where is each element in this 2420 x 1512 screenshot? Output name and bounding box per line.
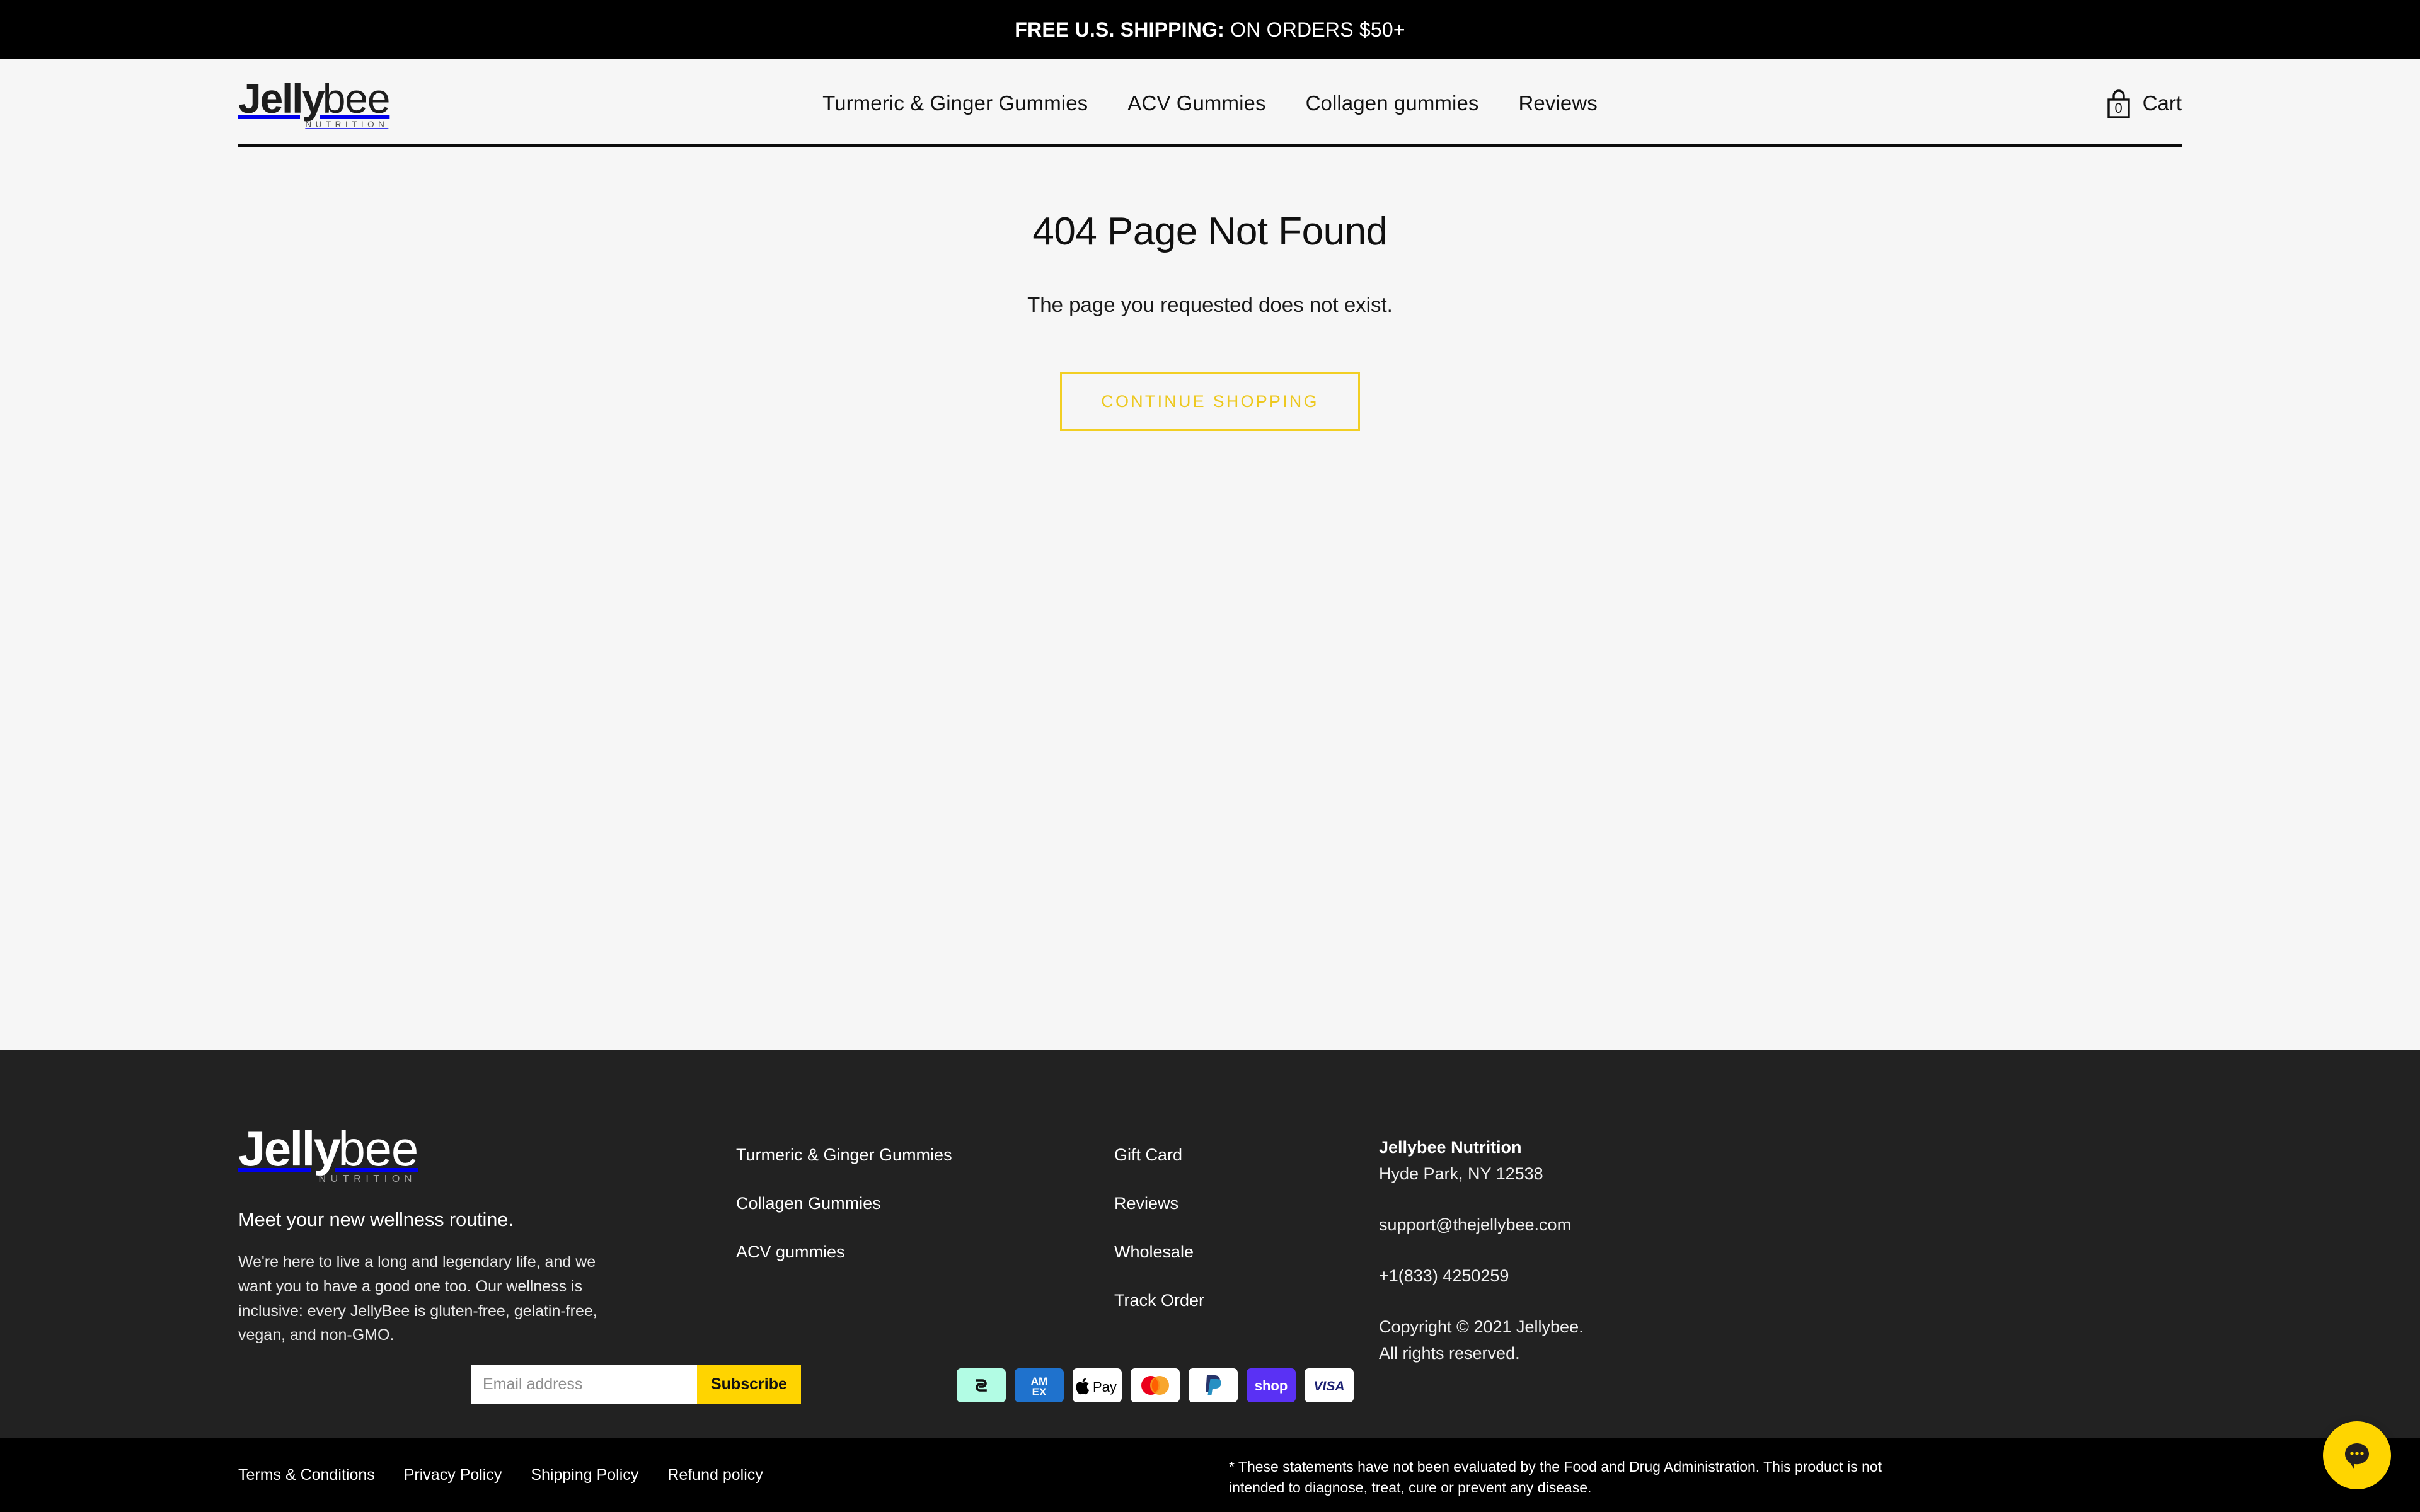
footer-contact-column: Jellybee Nutrition Hyde Park, NY 12538 s… <box>1379 1124 2182 1370</box>
page-title: 404 Page Not Found <box>1032 210 1388 253</box>
fda-disclaimer: * These statements have not been evaluat… <box>1229 1458 1882 1496</box>
mastercard-icon <box>1131 1368 1180 1402</box>
svg-text:Pay: Pay <box>1093 1379 1117 1395</box>
footer-products-column: Turmeric & Ginger Gummies Collagen Gummi… <box>736 1124 1114 1262</box>
header-logo[interactable]: Jelly bee NUTRITION <box>238 75 391 130</box>
legal-link-privacy-policy[interactable]: Privacy Policy <box>404 1466 502 1484</box>
shopping-bag-icon: 0 <box>2106 88 2132 118</box>
footer-logo-subtitle: NUTRITION <box>318 1174 417 1184</box>
footer-logo-bold-text: Jelly <box>238 1121 341 1176</box>
legal-link-refund-policy[interactable]: Refund policy <box>667 1466 763 1484</box>
cart-button[interactable]: 0 Cart <box>2106 88 2182 118</box>
footer-tagline: Meet your new wellness routine. <box>238 1208 514 1230</box>
footer-link-gift-card[interactable]: Gift Card <box>1114 1145 1379 1165</box>
afterpay-icon <box>957 1368 1006 1402</box>
error-description: The page you requested does not exist. <box>1027 293 1393 316</box>
primary-nav: Turmeric & Ginger Gummies ACV Gummies Co… <box>822 91 1598 115</box>
footer-link-reviews[interactable]: Reviews <box>1114 1194 1379 1213</box>
nav-item-collagen-gummies[interactable]: Collagen gummies <box>1306 91 1479 115</box>
shop-pay-icon: shop <box>1247 1368 1296 1402</box>
nav-item-acv-gummies[interactable]: ACV Gummies <box>1127 91 1265 115</box>
svg-text:shop: shop <box>1255 1378 1288 1394</box>
svg-text:EX: EX <box>1032 1386 1047 1398</box>
footer-blurb: We're here to live a long and legendary … <box>238 1253 597 1344</box>
amex-icon: AM EX <box>1015 1368 1064 1402</box>
logo-light-text: bee <box>322 75 391 122</box>
footer-link-track-order[interactable]: Track Order <box>1114 1291 1379 1310</box>
logo-bold-text: Jelly <box>238 75 325 122</box>
email-input[interactable] <box>471 1365 697 1404</box>
footer-link-acv-gummies[interactable]: ACV gummies <box>736 1242 1114 1262</box>
copyright-line-1: Copyright © 2021 Jellybee. <box>1379 1317 1584 1336</box>
footer-logo-light-text: bee <box>338 1121 418 1176</box>
header-divider <box>238 144 2182 147</box>
apple-pay-icon: Pay <box>1073 1368 1122 1402</box>
footer-link-wholesale[interactable]: Wholesale <box>1114 1242 1379 1262</box>
announcement-bar: FREE U.S. SHIPPING: ON ORDERS $50+ <box>0 0 2420 59</box>
company-address: Hyde Park, NY 12538 <box>1379 1164 1543 1183</box>
logo-subtitle: NUTRITION <box>305 120 389 130</box>
legal-link-terms-conditions[interactable]: Terms & Conditions <box>238 1466 375 1484</box>
svg-text:VISA: VISA <box>1313 1379 1344 1394</box>
cart-label: Cart <box>2142 91 2182 115</box>
legal-link-shipping-policy[interactable]: Shipping Policy <box>531 1466 638 1484</box>
footer-link-collagen-gummies[interactable]: Collagen Gummies <box>736 1194 1114 1213</box>
continue-shopping-button[interactable]: CONTINUE SHOPPING <box>1060 372 1360 431</box>
footer-brand-column: Jelly bee NUTRITION Meet your new wellnes… <box>238 1124 736 1348</box>
subscribe-button[interactable]: Subscribe <box>697 1365 801 1404</box>
payment-methods: AM EX Pay shop VISA <box>957 1368 1354 1402</box>
newsletter-form: Subscribe <box>471 1365 801 1404</box>
announcement-strong: FREE U.S. SHIPPING: <box>1015 18 1225 41</box>
paypal-icon <box>1189 1368 1238 1402</box>
footer-logo-wordmark: Jelly bee <box>238 1124 418 1173</box>
company-name: Jellybee Nutrition <box>1379 1138 1522 1157</box>
legal-bar: Terms & Conditions Privacy Policy Shippi… <box>0 1438 2420 1512</box>
copyright-line-2: All rights reserved. <box>1379 1344 1520 1363</box>
footer-link-turmeric-ginger-gummies[interactable]: Turmeric & Ginger Gummies <box>736 1145 1114 1165</box>
support-email-link[interactable]: support@thejellybee.com <box>1379 1215 2182 1235</box>
legal-links: Terms & Conditions Privacy Policy Shippi… <box>238 1466 763 1484</box>
main-content: 404 Page Not Found The page you requeste… <box>0 147 2420 1050</box>
announcement-text: FREE U.S. SHIPPING: ON ORDERS $50+ <box>1015 18 1405 42</box>
nav-item-reviews[interactable]: Reviews <box>1519 91 1598 115</box>
nav-item-turmeric-ginger-gummies[interactable]: Turmeric & Ginger Gummies <box>822 91 1088 115</box>
announcement-normal: ON ORDERS $50+ <box>1224 18 1405 41</box>
chat-bubble-icon[interactable] <box>2323 1421 2391 1489</box>
support-phone-link[interactable]: +1(833) 4250259 <box>1379 1266 2182 1286</box>
footer-logo[interactable]: Jelly bee NUTRITION <box>238 1124 418 1184</box>
visa-icon: VISA <box>1305 1368 1354 1402</box>
site-header: Jelly bee NUTRITION Turmeric & Ginger Gum… <box>0 59 2420 147</box>
logo-wordmark: Jelly bee <box>238 75 391 122</box>
cart-count: 0 <box>2114 100 2123 116</box>
footer-support-column: Gift Card Reviews Wholesale Track Order <box>1114 1124 1379 1310</box>
page-root: FREE U.S. SHIPPING: ON ORDERS $50+ Jelly… <box>0 0 2420 1512</box>
